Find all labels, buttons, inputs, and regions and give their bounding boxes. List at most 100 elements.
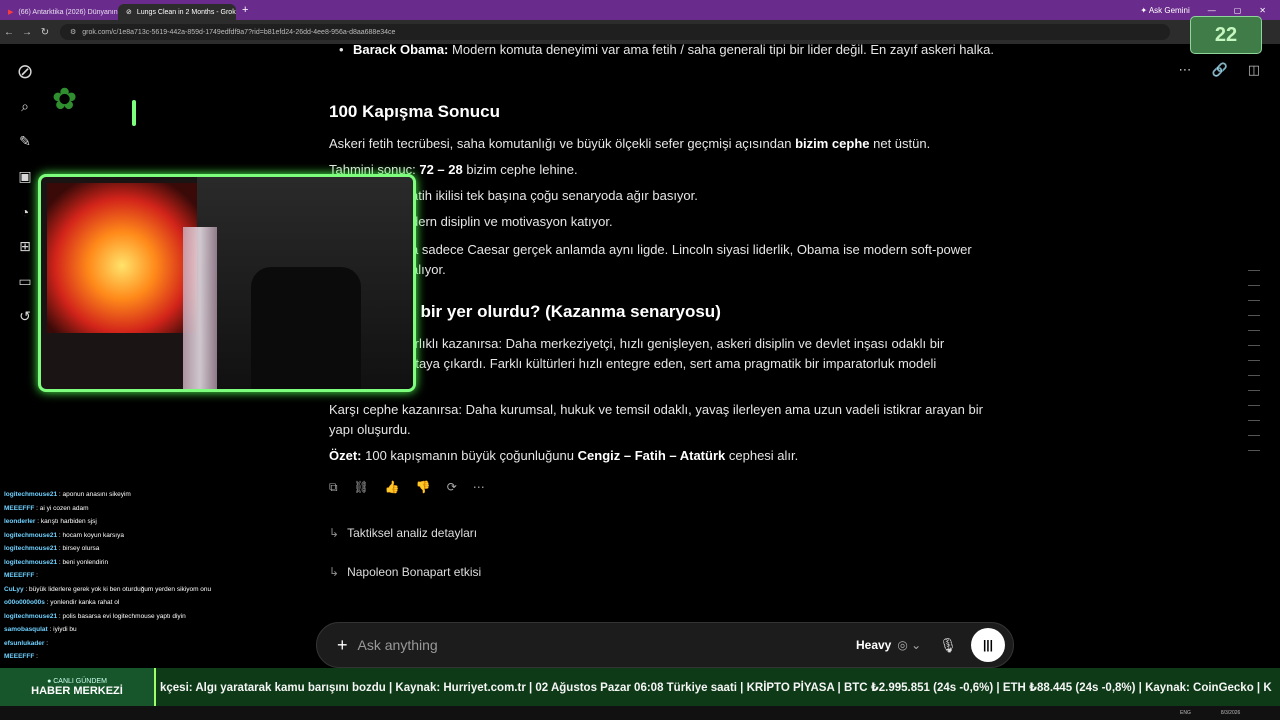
ask-input[interactable]: Ask anything [358,637,856,653]
text: Askeri fetih tecrübesi, saha komutanlığı… [329,136,792,151]
voice-mode-button[interactable]: ||| [971,628,1005,662]
attach-plus-icon[interactable]: + [337,635,348,656]
chat-message: logitechmouse21 : hocam koyun karsıya [4,529,304,543]
paragraph: Askeri fetih tecrübesi, saha komutanlığı… [329,134,930,154]
mode-selector[interactable]: Heavy [856,638,891,652]
url-field[interactable]: ⚙ grok.com/c/1e8a713c-5619-442a-859d-174… [60,24,1170,40]
bold-text: Cengiz – Fatih – Atatürk [577,448,726,463]
more-options-icon[interactable]: ⋯ [1179,62,1192,78]
url-text: grok.com/c/1e8a713c-5619-442a-859d-1749e… [82,28,396,36]
share-link-icon[interactable]: 🔗 [1212,62,1228,78]
browser-tab-bar: ▶ (66) Antarktika (2026) Dünyanın ✕ ⊘ Lu… [0,0,1280,20]
link-icon[interactable]: ⛓ [354,480,369,495]
image-icon[interactable]: ▣ [8,159,42,194]
back-icon[interactable]: ← [0,27,18,38]
reply-arrow-icon: ↳ [329,526,340,540]
microphone-icon[interactable]: 🎙 [939,637,957,654]
history-icon[interactable]: ◔ [8,194,42,229]
tab-youtube[interactable]: ▶ (66) Antarktika (2026) Dünyanın ✕ [0,4,118,20]
more-icon[interactable]: ⋯ [473,480,485,495]
chat-username: MEEEFFF [4,653,35,660]
history-clock-icon[interactable]: ↺ [8,299,42,334]
search-icon[interactable]: ⌕ [8,89,42,124]
edit-icon[interactable]: ✎ [8,124,42,159]
chat-message: samobasqulat : iyiydi bu [4,623,304,637]
plant-overlay-icon: ✿ [52,83,78,116]
ask-gemini-button[interactable]: ✦ Ask Gemini [1140,6,1189,15]
copy-icon[interactable]: ⧉ [329,480,338,495]
score-text: 72 – 28 [419,162,463,177]
overlay-counter: 22 [1190,16,1262,54]
reload-icon[interactable]: ↻ [36,27,54,38]
chat-text: : beni yonlendirin [58,558,109,566]
folder-icon[interactable]: ▭ [8,264,42,299]
site-info-icon[interactable]: ⚙ [70,28,76,36]
text: cephesi alır. [728,448,799,463]
bullet-text: Modern komuta deneyimi var ama fetih / s… [452,42,994,57]
chat-text: : karıştı harbiden sjsj [37,518,97,525]
text: rtaya çıkardı. Farklı kültürleri hızlı e… [411,356,937,371]
webcam-overlay [38,174,416,392]
chat-username: MEEEFFF [4,572,35,579]
chat-message: logitechmouse21 : aponun anasını sikeyim [4,488,304,502]
chat-text: : birsey olursa [58,545,100,552]
regenerate-icon[interactable]: ⟳ [447,480,457,495]
chat-text: : polis basarsa evi logitechmouse yaptı … [58,612,186,620]
maximize-icon[interactable]: ▢ [1234,6,1242,15]
paragraph: atih ikilisi tek başına çoğu senaryoda a… [411,188,698,203]
bullet-bold: Barack Obama: [353,42,449,57]
chat-text: : [36,572,38,579]
chat-username: logitechmouse21 [4,531,58,539]
response-actions: ⧉ ⛓ 👍 👎 ⟳ ⋯ [329,480,485,495]
tab-grok[interactable]: ⊘ Lungs Clean in 2 Months - Grok ✕ [118,4,236,20]
text: alıyor. [411,262,446,277]
followup-label: Taktiksel analiz detayları [347,526,478,540]
forward-icon[interactable]: → [18,27,36,38]
scroll-indicator [1248,270,1260,465]
chat-text: : hocam koyun karsıya [58,531,124,539]
thumbs-down-icon[interactable]: 👎 [416,480,431,495]
chat-message: o00o000o00s : yonlendir kanka rahat ol [4,596,304,610]
chat-message: efsunlukader : [4,637,304,651]
text: net üstün. [873,136,931,151]
chat-message: logitechmouse21 : beni yonlendirin [4,556,304,570]
language-indicator[interactable]: ENG [1180,710,1191,716]
new-tab-button[interactable]: + [242,4,248,16]
tab-label: (66) Antarktika (2026) Dünyanın [18,8,118,16]
text: 100 kapışmanın büyük çoğunluğunu [365,448,575,463]
ticker-label-top: ● CANLI GÜNDEM [47,677,107,685]
chat-text: : aponun anasını sikeyim [58,491,131,498]
close-window-icon[interactable]: ✕ [1259,6,1266,15]
paragraph: ırlıklı kazanırsa: Daha merkeziyetçi, hı… [411,334,1011,374]
clock-date[interactable]: 8/3/2026 [1221,710,1240,716]
thumbs-up-icon[interactable]: 👍 [385,480,400,495]
text: a sadece Caesar gerçek anlamda aynı ligd… [411,242,972,257]
chat-text: : yonlendir kanka rahat ol [46,599,120,606]
chat-username: CuLyy [4,585,24,593]
obama-bullet: Barack Obama: Modern komuta deneyimi var… [339,40,1003,60]
stream-chat: logitechmouse21 : aponun anasını sikeyim… [4,488,304,664]
grok-logo-icon[interactable]: ⊘ [8,54,42,89]
apps-icon[interactable]: ⊞ [8,229,42,264]
text: yapı oluşurdu. [329,422,411,437]
chat-username: samobasqulat [4,626,48,633]
reply-arrow-icon: ↳ [329,565,340,579]
heading-result: 100 Kapışma Sonucu [329,102,501,121]
ticker-text: kçesi: Algı yaratarak kamu barışını bozd… [160,682,1272,694]
chat-username: o00o000o00s [4,599,45,606]
chat-username: logitechmouse21 [4,612,58,620]
youtube-icon: ▶ [8,9,14,16]
composer: + Ask anything Heavy ◎ ⌄ 🎙 ||| [316,622,1014,668]
chat-message: leonderler : karıştı harbiden sjsj [4,515,304,529]
minimize-icon[interactable]: — [1208,6,1216,15]
mode-chevron-icon[interactable]: ◎ ⌄ [897,638,921,652]
tab-label: Lungs Clean in 2 Months - Grok [136,8,236,16]
conversation-toolbar: ⋯ 🔗 ◫ [1179,62,1260,78]
chat-text: : iyiydi bu [49,626,77,633]
followup-suggestion[interactable]: ↳ Taktiksel analiz detayları [329,526,477,540]
ticker-label: ● CANLI GÜNDEM HABER MERKEZİ [0,668,156,706]
chat-text: : ai yi cozen adam [36,504,89,512]
side-panel-icon[interactable]: ◫ [1248,62,1260,78]
followup-suggestion[interactable]: ↳ Napoleon Bonapart etkisi [329,565,481,579]
text: ırlıklı kazanırsa: Daha merkeziyetçi, hı… [411,336,945,351]
